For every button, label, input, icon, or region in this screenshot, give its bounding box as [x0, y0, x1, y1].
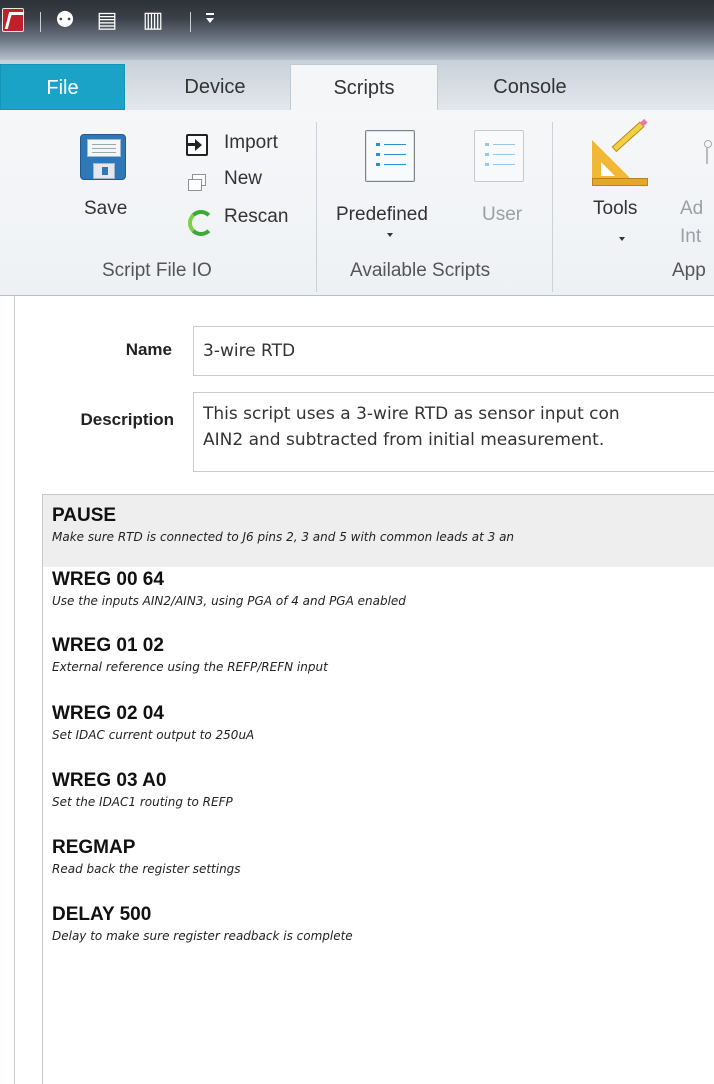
separator	[190, 12, 191, 32]
group-label-apps: App	[672, 260, 706, 281]
separator	[316, 122, 317, 292]
tools-icon	[592, 121, 648, 186]
list-item[interactable]: DELAY 500 Delay to make sure register re…	[43, 904, 714, 960]
command-description: Set IDAC current output to 250uA	[52, 728, 255, 742]
list-item[interactable]: WREG 01 02 External reference using the …	[43, 635, 714, 691]
tab-console[interactable]: Console	[455, 64, 605, 110]
chevron-down-icon	[619, 237, 625, 241]
tools-label: Tools	[593, 198, 638, 219]
predefined-list-icon	[365, 130, 415, 182]
import-icon	[186, 134, 208, 156]
command-description: Delay to make sure register readback is …	[52, 929, 353, 943]
description-label: Description	[80, 410, 174, 429]
name-label: Name	[125, 340, 172, 359]
list-item[interactable]: WREG 03 A0 Set the IDAC1 routing to REFP	[43, 770, 714, 826]
command-description: External reference using the REFP/REFN i…	[52, 660, 328, 674]
group-label-available-scripts: Available Scripts	[350, 260, 491, 281]
command-description: Set the IDAC1 routing to REFP	[52, 795, 233, 809]
title-bar: ⚉ ▤ ▥	[0, 0, 714, 60]
command-name: WREG 03 A0	[52, 770, 167, 791]
predefined-label: Predefined	[336, 204, 428, 225]
command-description: Make sure RTD is connected to J6 pins 2,…	[52, 530, 515, 544]
command-name: DELAY 500	[52, 904, 152, 925]
description-field[interactable]: This script uses a 3-wire RTD as sensor …	[193, 392, 714, 472]
command-name: WREG 01 02	[52, 635, 164, 656]
customize-dropdown-icon[interactable]	[205, 13, 215, 27]
add-label-line2: Int	[680, 226, 702, 247]
list-item[interactable]: WREG 02 04 Set IDAC current output to 25…	[43, 703, 714, 759]
tab-device[interactable]: Device	[150, 64, 280, 110]
add-icon	[700, 140, 714, 170]
description-line: This script uses a 3-wire RTD as sensor …	[203, 404, 620, 424]
chevron-down-icon	[387, 233, 393, 237]
rescan-icon	[186, 208, 214, 236]
book-icon[interactable]: ▥	[136, 8, 170, 34]
script-editor: Name 3-wire RTD Description This script …	[0, 296, 714, 1084]
user-label: User	[482, 204, 523, 225]
description-line: AIN2 and subtracted from initial measure…	[203, 430, 605, 450]
separator	[40, 12, 41, 32]
script-command-list[interactable]: PAUSE Make sure RTD is connected to J6 p…	[42, 494, 714, 1084]
document-icon[interactable]: ▤	[94, 8, 120, 34]
tab-scripts[interactable]: Scripts	[290, 64, 438, 111]
group-label-script-file-io: Script File IO	[102, 260, 212, 281]
name-value: 3-wire RTD	[203, 341, 296, 361]
save-icon	[80, 134, 126, 180]
user-list-icon	[474, 130, 524, 182]
command-name: WREG 02 04	[52, 703, 164, 724]
command-name: REGMAP	[52, 837, 136, 858]
list-item[interactable]: REGMAP Read back the register settings	[43, 837, 714, 893]
app-logo-icon[interactable]	[2, 8, 24, 32]
list-item[interactable]: PAUSE Make sure RTD is connected to J6 p…	[43, 495, 714, 567]
command-name: WREG 00 64	[52, 569, 164, 590]
ribbon: Save Import New Rescan Script File IO Pr…	[0, 110, 714, 296]
divider	[14, 296, 15, 1084]
new-label: New	[224, 168, 263, 189]
add-label-line1: Ad	[680, 198, 704, 219]
list-item[interactable]: WREG 00 64 Use the inputs AIN2/AIN3, usi…	[43, 569, 714, 625]
command-name: PAUSE	[52, 505, 117, 526]
command-description: Use the inputs AIN2/AIN3, using PGA of 4…	[52, 594, 406, 608]
ribbon-tabs: File Device Scripts Console	[0, 60, 714, 111]
rescan-label: Rescan	[224, 206, 289, 227]
command-description: Read back the register settings	[52, 862, 241, 876]
tab-file[interactable]: File	[0, 64, 125, 110]
new-icon	[186, 172, 208, 194]
save-label: Save	[84, 198, 128, 219]
import-label: Import	[224, 132, 278, 153]
name-field[interactable]: 3-wire RTD	[193, 326, 714, 376]
separator	[552, 122, 553, 292]
users-icon[interactable]: ⚉	[52, 8, 78, 34]
